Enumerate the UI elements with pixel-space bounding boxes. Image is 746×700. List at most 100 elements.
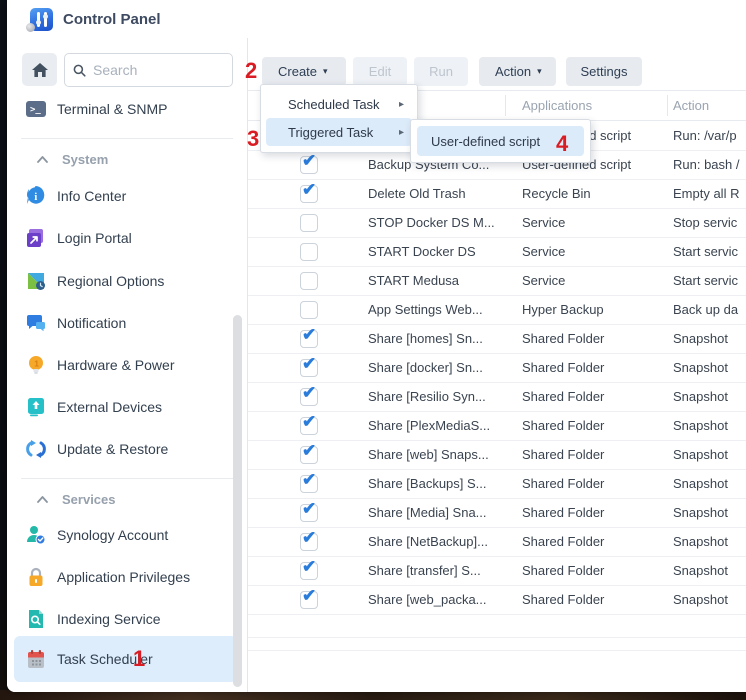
annotation-1: 1: [133, 648, 145, 670]
search-input[interactable]: [93, 62, 224, 78]
checkmark-icon: ✔: [302, 412, 316, 432]
titlebar: Control Panel: [7, 0, 746, 38]
sidebar-item-task-scheduler[interactable]: Task Scheduler: [14, 636, 237, 682]
column-separator: [667, 95, 668, 116]
control-panel-window: Control Panel: [7, 0, 746, 692]
annotation-4: 4: [556, 133, 568, 155]
row-checkbox[interactable]: [300, 243, 318, 261]
menu-item-triggered-task[interactable]: Triggered Task ▸: [266, 118, 412, 146]
sidebar-item-synology-account[interactable]: Synology Account: [14, 514, 237, 556]
terminal-icon: >_: [26, 99, 46, 119]
search-box[interactable]: [64, 53, 233, 87]
checkmark-icon: ✔: [302, 470, 316, 490]
application-privileges-icon: [26, 567, 46, 587]
chevron-up-icon: [37, 156, 48, 163]
table-row[interactable]: ✔Share [web] Snaps...Shared FolderSnapsh…: [248, 441, 746, 470]
checkmark-icon: ✔: [302, 586, 316, 606]
svg-text:>_: >_: [30, 105, 41, 115]
table-row[interactable]: ✔Share [Media] Sna...Shared FolderSnapsh…: [248, 499, 746, 528]
hardware-power-icon: 1: [26, 355, 46, 375]
table-row[interactable]: ✔Share [NetBackup]...Shared FolderSnapsh…: [248, 528, 746, 557]
caret-down-icon: ▾: [537, 66, 542, 77]
sidebar-group-services[interactable]: Services: [37, 488, 116, 510]
row-checkbox[interactable]: ✔: [300, 185, 318, 203]
window-title: Control Panel: [63, 11, 161, 28]
table-row[interactable]: ✔Delete Old TrashRecycle BinEmpty all R: [248, 180, 746, 209]
run-button[interactable]: Run: [414, 57, 468, 86]
table-row[interactable]: App Settings Web...Hyper BackupBack up d…: [248, 296, 746, 325]
submenu-arrow-icon: ▸: [399, 127, 404, 138]
menu-item-scheduled-task[interactable]: Scheduled Task ▸: [266, 90, 412, 118]
checkmark-icon: ✔: [302, 354, 316, 374]
row-checkbox[interactable]: ✔: [300, 359, 318, 377]
table-row[interactable]: ✔Share [transfer] S...Shared FolderSnaps…: [248, 557, 746, 586]
svg-text:1: 1: [34, 358, 39, 368]
sidebar-item-application-privileges[interactable]: Application Privileges: [14, 556, 237, 598]
row-checkbox[interactable]: ✔: [300, 388, 318, 406]
sidebar-divider: [21, 138, 233, 139]
search-icon: [73, 63, 86, 78]
column-header-applications[interactable]: Applications: [522, 98, 592, 113]
task-scheduler-icon: [26, 649, 46, 669]
table-row[interactable]: ✔Share [web_packa...Shared FolderSnapsho…: [248, 586, 746, 615]
settings-button[interactable]: Settings: [566, 57, 642, 86]
checkmark-icon: ✔: [302, 557, 316, 577]
sidebar-divider: [21, 478, 233, 479]
row-checkbox[interactable]: ✔: [300, 533, 318, 551]
table-row[interactable]: ✔Share [PlexMediaS...Shared FolderSnapsh…: [248, 412, 746, 441]
task-table: ✔User-defined scriptRun: /var/p ✔Backup …: [248, 122, 746, 615]
sidebar-item-notification[interactable]: Notification: [14, 302, 237, 344]
row-checkbox[interactable]: ✔: [300, 504, 318, 522]
checkmark-icon: ✔: [302, 499, 316, 519]
row-checkbox[interactable]: ✔: [300, 446, 318, 464]
annotation-2: 2: [245, 60, 257, 82]
sidebar-item-info-center[interactable]: i Info Center: [14, 175, 237, 217]
table-row[interactable]: ✔Share [Resilio Syn...Shared FolderSnaps…: [248, 383, 746, 412]
sidebar-group-system[interactable]: System: [37, 148, 108, 170]
sidebar-item-terminal-snmp[interactable]: >_ Terminal & SNMP: [14, 88, 237, 130]
chevron-up-icon: [37, 496, 48, 503]
table-row[interactable]: START MedusaServiceStart servic: [248, 267, 746, 296]
table-trailing-line: [248, 650, 746, 651]
sidebar-scrollbar[interactable]: [233, 315, 242, 687]
row-checkbox[interactable]: [300, 272, 318, 290]
row-checkbox[interactable]: [300, 214, 318, 232]
table-row[interactable]: START Docker DSServiceStart servic: [248, 238, 746, 267]
row-checkbox[interactable]: ✔: [300, 330, 318, 348]
home-icon: [31, 62, 49, 78]
sidebar-item-login-portal[interactable]: Login Portal: [14, 217, 237, 259]
create-dropdown-menu: Scheduled Task ▸ Triggered Task ▸: [260, 84, 418, 153]
sidebar-item-label: Terminal & SNMP: [57, 101, 167, 117]
edit-button[interactable]: Edit: [353, 57, 407, 86]
checkmark-icon: ✔: [302, 180, 316, 200]
row-checkbox[interactable]: ✔: [300, 475, 318, 493]
sidebar-item-update-restore[interactable]: Update & Restore: [14, 428, 237, 470]
row-checkbox[interactable]: ✔: [300, 156, 318, 174]
sidebar-item-external-devices[interactable]: External Devices: [14, 386, 237, 428]
row-checkbox[interactable]: [300, 301, 318, 319]
checkmark-icon: ✔: [302, 441, 316, 461]
sidebar-item-hardware-power[interactable]: 1 Hardware & Power: [14, 344, 237, 386]
caret-down-icon: ▾: [323, 66, 328, 77]
annotation-3: 3: [247, 128, 259, 150]
home-button[interactable]: [22, 53, 57, 86]
external-devices-icon: [26, 397, 46, 417]
column-header-action[interactable]: Action: [673, 98, 709, 113]
indexing-service-icon: [26, 609, 46, 629]
checkmark-icon: ✔: [302, 528, 316, 548]
table-row[interactable]: STOP Docker DS M...ServiceStop servic: [248, 209, 746, 238]
update-restore-icon: [26, 439, 46, 459]
row-checkbox[interactable]: ✔: [300, 591, 318, 609]
create-button[interactable]: Create ▾: [262, 57, 346, 86]
notification-icon: [26, 313, 46, 333]
action-button[interactable]: Action ▾: [479, 57, 556, 86]
sidebar-item-regional-options[interactable]: Regional Options: [14, 260, 237, 302]
row-checkbox[interactable]: ✔: [300, 417, 318, 435]
control-panel-app-icon: [30, 8, 53, 31]
table-row[interactable]: ✔Share [Backups] S...Shared FolderSnapsh…: [248, 470, 746, 499]
table-row[interactable]: ✔Share [homes] Sn...Shared FolderSnapsho…: [248, 325, 746, 354]
checkmark-icon: ✔: [302, 151, 316, 171]
table-row[interactable]: ✔Share [docker] Sn...Shared FolderSnapsh…: [248, 354, 746, 383]
sidebar-item-indexing-service[interactable]: Indexing Service: [14, 598, 237, 640]
row-checkbox[interactable]: ✔: [300, 562, 318, 580]
